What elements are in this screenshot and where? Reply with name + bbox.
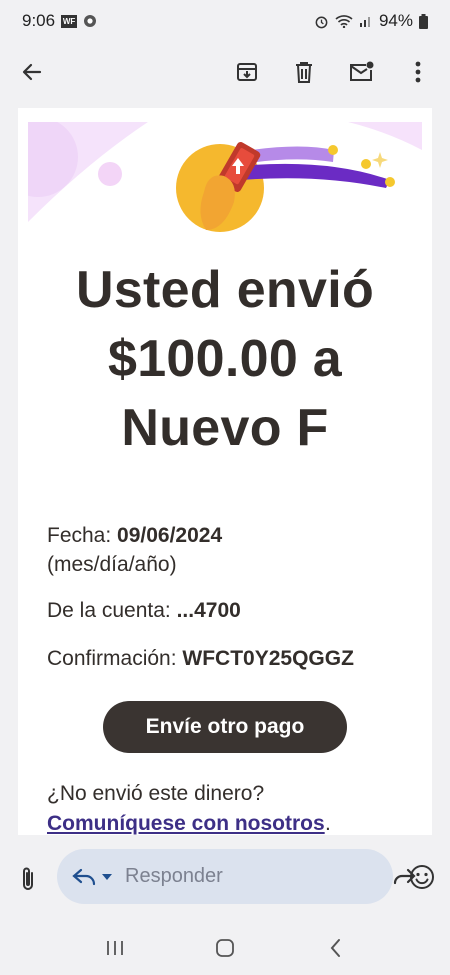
paperclip-icon xyxy=(23,867,33,890)
reply-type-dropdown[interactable] xyxy=(71,867,113,887)
battery-percent: 94% xyxy=(378,11,413,30)
headline: Usted envió $100.00 a Nuevo F xyxy=(18,256,432,463)
confirmation-info: Confirmación: WFCT0Y25QGGZ xyxy=(47,644,354,673)
account-label: De la cuenta: xyxy=(47,599,171,622)
chevron-left-icon xyxy=(330,938,340,957)
account-info: De la cuenta: ...4700 xyxy=(47,596,241,625)
headline-line-1: Usted envió xyxy=(75,261,375,319)
caret-down-icon xyxy=(102,873,112,880)
back-nav-button[interactable] xyxy=(315,928,355,968)
signal-icon xyxy=(359,17,370,27)
contact-us-link-text: Comuníquese con nosotros xyxy=(47,812,325,835)
battery-icon xyxy=(419,13,428,29)
delete-icon xyxy=(296,62,312,83)
emoji-button[interactable] xyxy=(406,861,438,893)
home-button[interactable] xyxy=(205,928,245,968)
delete-button[interactable] xyxy=(288,56,320,88)
email-body: Usted envió $100.00 a Nuevo F Fecha: 09/… xyxy=(18,108,432,835)
confirmation-value: WFCT0Y25QGGZ xyxy=(182,647,354,670)
clock: 9:06 xyxy=(22,11,56,30)
emoji-icon xyxy=(410,865,434,889)
reply-pill xyxy=(57,849,416,904)
attach-button[interactable] xyxy=(12,863,44,895)
recent-apps-icon xyxy=(107,940,123,955)
reply-input[interactable] xyxy=(123,864,392,889)
status-bar: 9:06 WF 94% xyxy=(0,0,450,42)
home-icon xyxy=(216,938,234,957)
account-value: ...4700 xyxy=(176,599,241,622)
system-nav-bar xyxy=(0,920,450,975)
archive-icon xyxy=(237,63,257,81)
reply-bar xyxy=(0,835,450,920)
alarm-icon xyxy=(315,16,328,28)
reply-icon xyxy=(72,868,96,885)
recent-apps-button[interactable] xyxy=(95,928,135,968)
send-another-payment-button[interactable]: Envíe otro pago xyxy=(103,701,347,753)
mark-unread-icon xyxy=(350,61,374,81)
headline-line-3: Nuevo F xyxy=(121,399,329,457)
hero-illustration xyxy=(28,122,422,232)
back-button[interactable] xyxy=(16,56,48,88)
contact-suffix: . xyxy=(325,812,331,835)
date-format: (mes/día/año) xyxy=(47,553,177,576)
wf-icon: WF xyxy=(61,14,78,28)
more-options-button[interactable] xyxy=(402,56,434,88)
email-toolbar xyxy=(0,42,450,102)
mark-unread-button[interactable] xyxy=(345,56,377,88)
contact-us-link[interactable]: Comuníquese con nosotros xyxy=(47,812,325,835)
archive-button[interactable] xyxy=(231,56,263,88)
wifi-icon xyxy=(335,15,353,28)
date-value: 09/06/2024 xyxy=(117,524,223,547)
back-arrow-icon xyxy=(22,63,42,81)
chrome-icon xyxy=(84,15,97,27)
date-label: Fecha: xyxy=(47,524,112,547)
question-text: ¿No envió este dinero? xyxy=(47,782,265,805)
headline-line-2: $100.00 a xyxy=(107,330,343,388)
confirmation-label: Confirmación: xyxy=(47,647,177,670)
date-info: Fecha: 09/06/2024 (mes/día/año) xyxy=(47,521,222,579)
more-vert-icon xyxy=(415,61,421,83)
